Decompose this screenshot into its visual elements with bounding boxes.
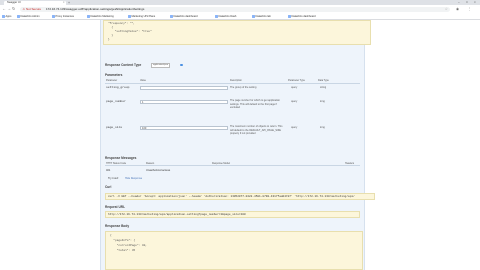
param-data-type: long xyxy=(320,126,325,129)
param-data-type: string xyxy=(320,86,327,89)
hide-response-link[interactable]: Hide Response xyxy=(125,177,142,180)
back-icon[interactable]: ← xyxy=(2,6,6,11)
bookmark-icon xyxy=(87,15,90,18)
response-content-type-label: Response Content Type xyxy=(105,63,142,67)
browser-toolbar: ← → ↻ ⚠ Not Secure 172.16.74.133/swagger… xyxy=(0,5,480,14)
curl-command[interactable]: curl -X GET --header 'Accept: applicatio… xyxy=(105,193,375,200)
bookmark-icon xyxy=(252,15,255,18)
reload-icon[interactable]: ↻ xyxy=(12,6,15,11)
url-text[interactable]: 172.16.74.133/swagger-ui/#!/application-… xyxy=(46,7,144,11)
status-code: 401 xyxy=(106,169,111,172)
param-name: page_number xyxy=(106,100,126,103)
param-description: The maximum number of objects to return.… xyxy=(230,125,283,135)
response-body-title: Response Body xyxy=(105,224,130,228)
page-size-input[interactable]: 100 xyxy=(140,126,228,130)
bookmark-icon xyxy=(170,15,173,18)
param-data-type: long xyxy=(320,100,325,103)
menu-icon[interactable]: ⋮ xyxy=(468,7,472,11)
bookmark-item[interactable]: Datashiro Admin xyxy=(17,15,40,19)
request-url-value[interactable]: http://172.16.74.133/marketing/api/appli… xyxy=(105,211,360,218)
parameters-title: Parameters xyxy=(105,73,123,77)
param-description: The group of the setting xyxy=(230,86,257,89)
setting-group-input[interactable] xyxy=(140,86,228,90)
response-messages-title: Response Messages xyxy=(105,156,137,160)
param-type: query xyxy=(291,100,298,103)
param-description: The page number for which to get applica… xyxy=(230,99,281,109)
bookmark-item[interactable]: Datashiro Marketing xyxy=(87,15,114,19)
apps-icon xyxy=(2,15,5,18)
info-icon xyxy=(180,63,183,67)
request-url-title: Request URL xyxy=(105,205,126,209)
new-tab-icon[interactable]: + xyxy=(68,1,70,5)
page-number-input[interactable]: 1 xyxy=(140,100,228,104)
swagger-page: "frequency": "", { "settingValue": "true… xyxy=(0,20,480,270)
bookmark-icon xyxy=(288,15,291,18)
curl-title: Curl xyxy=(105,185,112,189)
bookmark-icon xyxy=(17,15,20,18)
bookmark-icon xyxy=(215,15,218,18)
param-name: setting_group xyxy=(106,86,130,89)
browser-chrome: Swagger UI × + – □ × ← → ↻ ⚠ Not Secure … xyxy=(0,0,480,22)
right-gutter xyxy=(455,20,480,270)
forward-icon[interactable]: → xyxy=(7,6,11,11)
bookmark-icon xyxy=(52,15,55,18)
bookmark-item[interactable]: Marketing UIS Plans xyxy=(128,15,155,19)
tab-title: Swagger UI xyxy=(7,0,21,4)
not-secure-label[interactable]: ⚠ Not Secure xyxy=(23,7,42,11)
bookmark-item[interactable]: Proxy Instances xyxy=(52,15,74,19)
address-bar[interactable]: ⚠ Not Secure 172.16.74.133/swagger-ui/#!… xyxy=(20,6,450,12)
bookmark-item[interactable]: Datashiro lab xyxy=(252,15,271,19)
maximize-icon[interactable]: □ xyxy=(466,0,468,4)
bookmark-item[interactable]: Datashiro Dash xyxy=(215,15,236,19)
minimize-icon[interactable]: – xyxy=(458,0,460,4)
status-reason: Unauthorized access xyxy=(146,169,171,172)
try-it-out-button[interactable]: Try it out! xyxy=(108,177,118,180)
bookmark-icon xyxy=(128,15,131,18)
bookmark-item[interactable]: Apps xyxy=(2,15,11,19)
extension-icon[interactable]: ◉ xyxy=(456,7,459,11)
content-type-select[interactable]: application/json xyxy=(151,63,171,69)
close-window-icon[interactable]: × xyxy=(474,0,476,4)
bookmark-item[interactable]: Datashiro dashboard xyxy=(288,15,316,19)
param-type: query xyxy=(291,126,298,129)
bookmark-star-icon[interactable]: ☆ xyxy=(445,7,448,11)
param-type: query xyxy=(291,86,298,89)
response-body[interactable]: { "pageInfo": { "currentPage": 40, "tota… xyxy=(105,231,363,270)
bookmark-item[interactable]: Datashiro dashboard xyxy=(170,15,198,19)
param-name: page_size xyxy=(106,126,123,129)
request-model-example: "frequency": "", { "settingValue": "true… xyxy=(103,20,371,45)
